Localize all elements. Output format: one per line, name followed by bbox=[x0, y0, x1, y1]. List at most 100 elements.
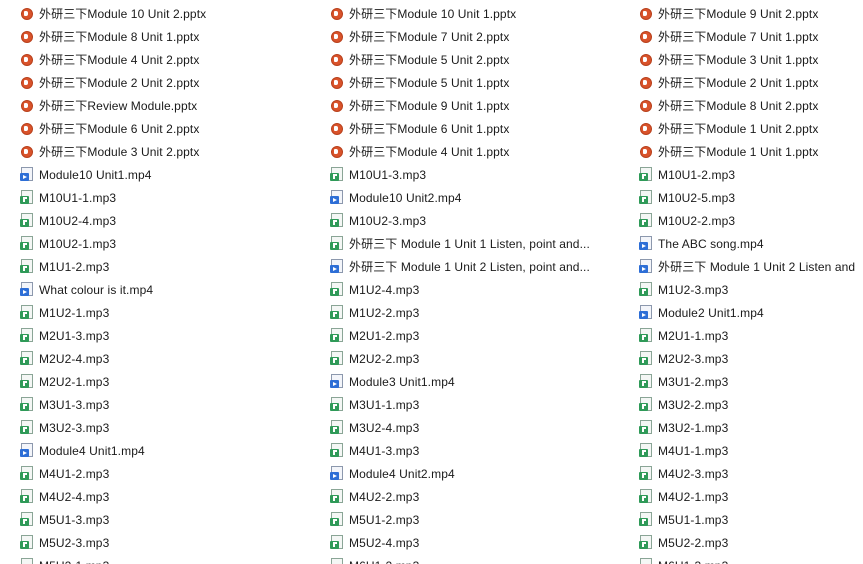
file-name-label: 外研三下Module 9 Unit 1.pptx bbox=[349, 98, 510, 113]
file-item[interactable]: Module10 Unit1.mp4 bbox=[20, 163, 310, 186]
file-item[interactable]: 外研三下Module 8 Unit 2.pptx bbox=[639, 94, 863, 117]
powerpoint-icon bbox=[20, 53, 34, 67]
file-name-label: 外研三下Module 2 Unit 1.pptx bbox=[658, 75, 819, 90]
file-item[interactable]: M4U1-1.mp3 bbox=[639, 439, 863, 462]
file-item[interactable]: M10U2-5.mp3 bbox=[639, 186, 863, 209]
audio-file-icon bbox=[330, 420, 344, 435]
file-item[interactable]: M5U1-1.mp3 bbox=[639, 508, 863, 531]
file-item[interactable]: M3U2-4.mp3 bbox=[330, 416, 620, 439]
powerpoint-icon bbox=[330, 76, 344, 90]
file-item[interactable]: M2U1-3.mp3 bbox=[20, 324, 310, 347]
file-item[interactable]: M5U2-2.mp3 bbox=[639, 531, 863, 554]
file-item[interactable]: M10U1-2.mp3 bbox=[639, 163, 863, 186]
audio-file-icon bbox=[639, 190, 653, 205]
file-item[interactable]: 外研三下 Module 1 Unit 2 Listen and bbox=[639, 255, 863, 278]
file-item[interactable]: 外研三下Module 7 Unit 2.pptx bbox=[330, 25, 620, 48]
file-list-view: 外研三下Module 10 Unit 2.pptx 外研三下Module 8 Un… bbox=[0, 0, 863, 564]
file-item[interactable]: M3U1-2.mp3 bbox=[639, 370, 863, 393]
file-item[interactable]: M10U2-1.mp3 bbox=[20, 232, 310, 255]
file-item[interactable]: 外研三下Module 4 Unit 1.pptx bbox=[330, 140, 620, 163]
file-item[interactable]: 外研三下Module 7 Unit 1.pptx bbox=[639, 25, 863, 48]
video-file-icon bbox=[330, 374, 344, 389]
file-item[interactable]: The ABC song.mp4 bbox=[639, 232, 863, 255]
file-item[interactable]: 外研三下Module 1 Unit 1.pptx bbox=[639, 140, 863, 163]
file-item[interactable]: M2U2-3.mp3 bbox=[639, 347, 863, 370]
powerpoint-icon bbox=[639, 122, 653, 136]
file-item[interactable]: M2U1-1.mp3 bbox=[639, 324, 863, 347]
powerpoint-icon bbox=[20, 122, 34, 136]
file-item[interactable]: 外研三下Module 6 Unit 1.pptx bbox=[330, 117, 620, 140]
file-item[interactable]: M5U1-2.mp3 bbox=[330, 508, 620, 531]
file-item[interactable]: M10U1-1.mp3 bbox=[20, 186, 310, 209]
file-item[interactable]: 外研三下Module 8 Unit 1.pptx bbox=[20, 25, 310, 48]
file-item[interactable]: M2U2-1.mp3 bbox=[20, 370, 310, 393]
audio-file-icon bbox=[639, 351, 653, 366]
file-item[interactable]: Module10 Unit2.mp4 bbox=[330, 186, 620, 209]
file-item[interactable]: M10U2-2.mp3 bbox=[639, 209, 863, 232]
file-name-label: M2U1-1.mp3 bbox=[658, 328, 729, 343]
file-item[interactable]: Module2 Unit1.mp4 bbox=[639, 301, 863, 324]
file-item[interactable]: 外研三下Module 9 Unit 1.pptx bbox=[330, 94, 620, 117]
file-item[interactable]: M1U2-3.mp3 bbox=[639, 278, 863, 301]
file-item[interactable]: 外研三下Module 2 Unit 1.pptx bbox=[639, 71, 863, 94]
file-item[interactable]: M10U2-4.mp3 bbox=[20, 209, 310, 232]
file-item[interactable]: 外研三下Module 1 Unit 2.pptx bbox=[639, 117, 863, 140]
file-item[interactable]: 外研三下Module 2 Unit 2.pptx bbox=[20, 71, 310, 94]
file-item[interactable]: M4U2-3.mp3 bbox=[639, 462, 863, 485]
file-item[interactable]: 外研三下Module 10 Unit 2.pptx bbox=[20, 2, 310, 25]
file-item[interactable]: M5U1-3.mp3 bbox=[20, 508, 310, 531]
file-item[interactable]: 外研三下Module 5 Unit 1.pptx bbox=[330, 71, 620, 94]
file-item[interactable]: M3U2-3.mp3 bbox=[20, 416, 310, 439]
file-item[interactable]: M1U2-2.mp3 bbox=[330, 301, 620, 324]
file-item[interactable]: M3U1-3.mp3 bbox=[20, 393, 310, 416]
file-item[interactable]: M1U2-4.mp3 bbox=[330, 278, 620, 301]
file-item[interactable]: 外研三下 Module 1 Unit 2 Listen, point and..… bbox=[330, 255, 620, 278]
file-item[interactable]: M1U2-1.mp3 bbox=[20, 301, 310, 324]
file-item[interactable]: M4U2-4.mp3 bbox=[20, 485, 310, 508]
file-item[interactable]: 外研三下Module 6 Unit 2.pptx bbox=[20, 117, 310, 140]
file-item[interactable]: Module3 Unit1.mp4 bbox=[330, 370, 620, 393]
video-file-icon bbox=[639, 259, 653, 274]
audio-file-icon bbox=[20, 213, 34, 228]
file-item[interactable]: 外研三下Review Module.pptx bbox=[20, 94, 310, 117]
file-item[interactable]: M3U1-1.mp3 bbox=[330, 393, 620, 416]
file-item[interactable]: M5U2-3.mp3 bbox=[20, 531, 310, 554]
file-name-label: Module2 Unit1.mp4 bbox=[658, 305, 764, 320]
audio-file-icon bbox=[639, 167, 653, 182]
file-name-label: 外研三下Module 10 Unit 2.pptx bbox=[39, 6, 207, 21]
file-item[interactable]: M2U1-2.mp3 bbox=[330, 324, 620, 347]
file-name-label: M3U2-2.mp3 bbox=[658, 397, 729, 412]
file-item[interactable]: M5U2-1.mp3 bbox=[20, 554, 310, 564]
file-item[interactable]: M4U1-2.mp3 bbox=[20, 462, 310, 485]
file-name-label: M10U1-3.mp3 bbox=[349, 167, 427, 182]
file-item[interactable]: M6U1-2.mp3 bbox=[330, 554, 620, 564]
file-item[interactable]: M10U1-3.mp3 bbox=[330, 163, 620, 186]
file-item[interactable]: 外研三下Module 9 Unit 2.pptx bbox=[639, 2, 863, 25]
file-item[interactable]: Module4 Unit1.mp4 bbox=[20, 439, 310, 462]
file-item[interactable]: 外研三下Module 3 Unit 1.pptx bbox=[639, 48, 863, 71]
file-item[interactable]: M2U2-2.mp3 bbox=[330, 347, 620, 370]
file-item[interactable]: M6U1-3.mp3 bbox=[639, 554, 863, 564]
file-item[interactable]: M4U2-2.mp3 bbox=[330, 485, 620, 508]
file-item[interactable]: Module4 Unit2.mp4 bbox=[330, 462, 620, 485]
file-item[interactable]: What colour is it.mp4 bbox=[20, 278, 310, 301]
file-item[interactable]: M3U2-2.mp3 bbox=[639, 393, 863, 416]
file-item[interactable]: M4U2-1.mp3 bbox=[639, 485, 863, 508]
file-item[interactable]: 外研三下Module 5 Unit 2.pptx bbox=[330, 48, 620, 71]
file-item[interactable]: M3U2-1.mp3 bbox=[639, 416, 863, 439]
file-item[interactable]: 外研三下Module 3 Unit 2.pptx bbox=[20, 140, 310, 163]
audio-file-icon bbox=[330, 397, 344, 412]
audio-file-icon bbox=[20, 420, 34, 435]
file-item[interactable]: 外研三下Module 4 Unit 2.pptx bbox=[20, 48, 310, 71]
file-name-label: M4U1-1.mp3 bbox=[658, 443, 729, 458]
file-item[interactable]: M5U2-4.mp3 bbox=[330, 531, 620, 554]
file-item[interactable]: 外研三下 Module 1 Unit 1 Listen, point and..… bbox=[330, 232, 620, 255]
file-item[interactable]: M2U2-4.mp3 bbox=[20, 347, 310, 370]
file-item[interactable]: 外研三下Module 10 Unit 1.pptx bbox=[330, 2, 620, 25]
file-item[interactable]: M1U1-2.mp3 bbox=[20, 255, 310, 278]
file-item[interactable]: M10U2-3.mp3 bbox=[330, 209, 620, 232]
file-item[interactable]: M4U1-3.mp3 bbox=[330, 439, 620, 462]
file-name-label: M5U2-2.mp3 bbox=[658, 535, 729, 550]
audio-file-icon bbox=[20, 351, 34, 366]
powerpoint-icon bbox=[20, 145, 34, 159]
